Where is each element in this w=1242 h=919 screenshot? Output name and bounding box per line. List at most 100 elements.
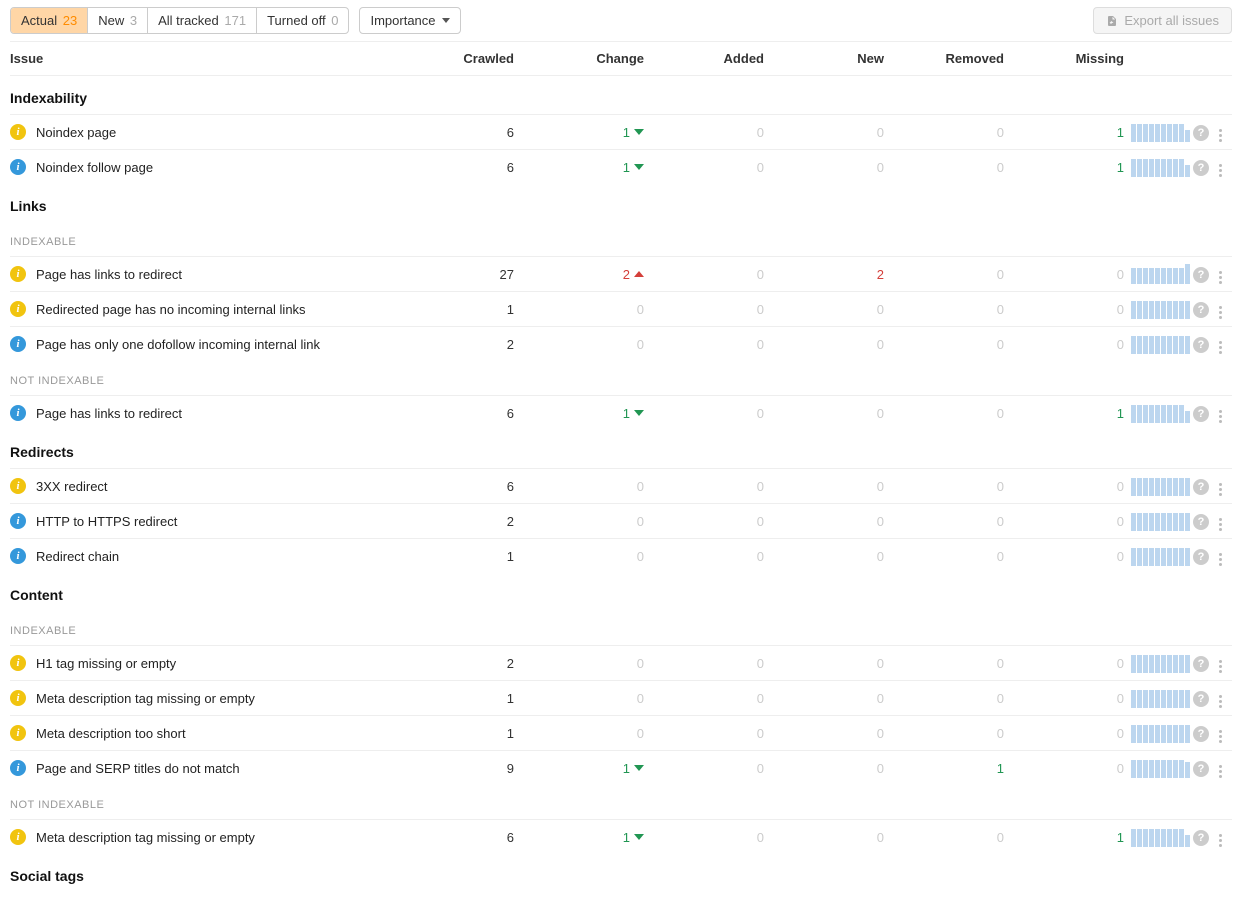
issue-name: Meta description tag missing or empty xyxy=(36,830,255,845)
issue-row[interactable]: iRedirected page has no incoming interna… xyxy=(10,291,1232,326)
cell-value: 0 xyxy=(1010,691,1130,706)
warning-icon: i xyxy=(10,478,26,494)
sparkline xyxy=(1130,511,1190,531)
issue-row[interactable]: iRedirect chain100000? xyxy=(10,538,1232,573)
cell-value: 0 xyxy=(770,726,890,741)
more-menu-icon[interactable] xyxy=(1217,516,1224,533)
help-icon[interactable]: ? xyxy=(1193,656,1209,672)
tab-label: All tracked xyxy=(158,13,219,28)
cell-value: 0 xyxy=(770,337,890,352)
issue-name: 3XX redirect xyxy=(36,479,108,494)
help-icon[interactable]: ? xyxy=(1193,549,1209,565)
cell-value: 6 xyxy=(430,160,520,175)
notice-icon: i xyxy=(10,336,26,352)
more-menu-icon[interactable] xyxy=(1217,658,1224,675)
issue-name: Page has links to redirect xyxy=(36,267,182,282)
cell-value: 0 xyxy=(770,549,890,564)
cell-value: 0 xyxy=(650,160,770,175)
help-icon[interactable]: ? xyxy=(1193,125,1209,141)
triangle-down-icon xyxy=(634,834,644,840)
filter-tab-group: Actual 23New 3All tracked 171Turned off … xyxy=(10,7,349,34)
issue-name: Noindex page xyxy=(36,125,116,140)
col-added: Added xyxy=(650,51,770,66)
issue-row[interactable]: iPage has links to redirect610001? xyxy=(10,395,1232,430)
warning-icon: i xyxy=(10,124,26,140)
issue-name: Redirected page has no incoming internal… xyxy=(36,302,306,317)
more-menu-icon[interactable] xyxy=(1217,162,1224,179)
help-icon[interactable]: ? xyxy=(1193,761,1209,777)
export-all-issues-button[interactable]: Export all issues xyxy=(1093,7,1232,34)
help-icon[interactable]: ? xyxy=(1193,514,1209,530)
more-menu-icon[interactable] xyxy=(1217,728,1224,745)
cell-value: 0 xyxy=(1010,479,1130,494)
issue-row[interactable]: iMeta description too short100000? xyxy=(10,715,1232,750)
issue-row[interactable]: iPage and SERP titles do not match910010… xyxy=(10,750,1232,785)
help-icon[interactable]: ? xyxy=(1193,160,1209,176)
sparkline xyxy=(1130,688,1190,708)
col-issue: Issue xyxy=(10,51,430,66)
more-menu-icon[interactable] xyxy=(1217,551,1224,568)
more-menu-icon[interactable] xyxy=(1217,304,1224,321)
issue-row[interactable]: iNoindex page610001? xyxy=(10,114,1232,149)
more-menu-icon[interactable] xyxy=(1217,832,1224,849)
sparkline xyxy=(1130,122,1190,142)
issue-name: Page and SERP titles do not match xyxy=(36,761,240,776)
change-cell: 0 xyxy=(520,549,650,564)
help-icon[interactable]: ? xyxy=(1193,691,1209,707)
more-menu-icon[interactable] xyxy=(1217,693,1224,710)
cell-value: 6 xyxy=(430,479,520,494)
filter-tab[interactable]: Turned off 0 xyxy=(257,8,348,33)
issue-row[interactable]: iPage has links to redirect2720200? xyxy=(10,256,1232,291)
issue-name: HTTP to HTTPS redirect xyxy=(36,514,177,529)
help-icon[interactable]: ? xyxy=(1193,267,1209,283)
cell-value: 6 xyxy=(430,830,520,845)
issue-row[interactable]: iPage has only one dofollow incoming int… xyxy=(10,326,1232,361)
change-cell: 1 xyxy=(520,125,650,140)
more-menu-icon[interactable] xyxy=(1217,481,1224,498)
issue-row[interactable]: iHTTP to HTTPS redirect200000? xyxy=(10,503,1232,538)
more-menu-icon[interactable] xyxy=(1217,339,1224,356)
cell-value: 0 xyxy=(770,125,890,140)
cell-value: 1 xyxy=(1010,830,1130,845)
more-menu-icon[interactable] xyxy=(1217,408,1224,425)
cell-value: 0 xyxy=(650,406,770,421)
sparkline xyxy=(1130,403,1190,423)
cell-value: 0 xyxy=(650,726,770,741)
cell-value: 0 xyxy=(890,514,1010,529)
change-cell: 1 xyxy=(520,406,650,421)
help-icon[interactable]: ? xyxy=(1193,406,1209,422)
more-menu-icon[interactable] xyxy=(1217,127,1224,144)
help-icon[interactable]: ? xyxy=(1193,302,1209,318)
help-icon[interactable]: ? xyxy=(1193,479,1209,495)
group-title: Content xyxy=(10,573,1232,611)
filter-tab[interactable]: Actual 23 xyxy=(11,8,88,33)
help-icon[interactable]: ? xyxy=(1193,337,1209,353)
change-cell: 0 xyxy=(520,479,650,494)
tab-label: New xyxy=(98,13,124,28)
issue-row[interactable]: i3XX redirect600000? xyxy=(10,468,1232,503)
help-icon[interactable]: ? xyxy=(1193,726,1209,742)
issue-row[interactable]: iH1 tag missing or empty200000? xyxy=(10,645,1232,680)
issue-row[interactable]: iNoindex follow page610001? xyxy=(10,149,1232,184)
sparkline xyxy=(1130,264,1190,284)
subgroup-title: INDEXABLE xyxy=(10,222,1232,256)
cell-value: 0 xyxy=(1010,302,1130,317)
sparkline xyxy=(1130,157,1190,177)
cell-value: 1 xyxy=(1010,125,1130,140)
change-cell: 0 xyxy=(520,302,650,317)
more-menu-icon[interactable] xyxy=(1217,763,1224,780)
cell-value: 6 xyxy=(430,406,520,421)
issue-row[interactable]: iMeta description tag missing or empty61… xyxy=(10,819,1232,854)
issue-row[interactable]: iMeta description tag missing or empty10… xyxy=(10,680,1232,715)
more-menu-icon[interactable] xyxy=(1217,269,1224,286)
help-icon[interactable]: ? xyxy=(1193,830,1209,846)
importance-dropdown[interactable]: Importance xyxy=(359,7,460,34)
change-cell: 0 xyxy=(520,656,650,671)
cell-value: 0 xyxy=(650,830,770,845)
cell-value: 0 xyxy=(890,830,1010,845)
filter-tab[interactable]: New 3 xyxy=(88,8,148,33)
filter-tab[interactable]: All tracked 171 xyxy=(148,8,257,33)
cell-value: 1 xyxy=(890,761,1010,776)
cell-value: 1 xyxy=(430,302,520,317)
cell-value: 0 xyxy=(770,691,890,706)
